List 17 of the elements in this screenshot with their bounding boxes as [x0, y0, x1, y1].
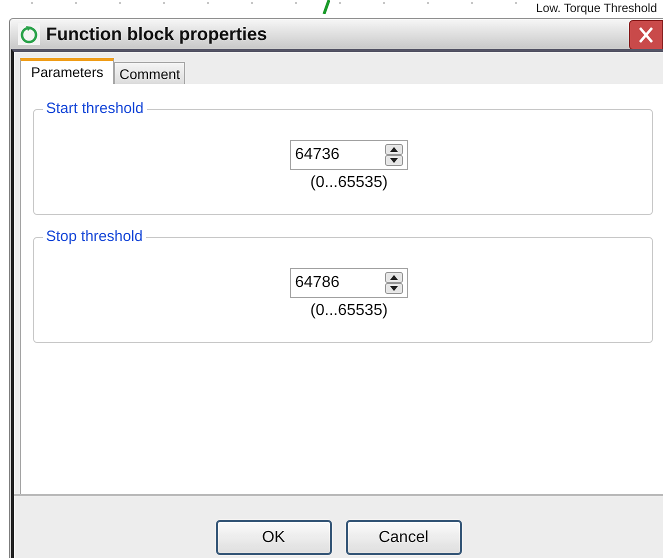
window-title: Function block properties	[46, 24, 268, 44]
connector-line	[322, 0, 330, 14]
close-icon[interactable]	[636, 25, 656, 45]
dialog-button[interactable]: OK	[216, 520, 332, 555]
cycle-icon	[18, 23, 40, 45]
diagram-label: Low. Torque Threshold	[536, 1, 657, 16]
range-label: (0...65535)	[310, 302, 388, 320]
close-button[interactable]	[629, 20, 663, 50]
group-title: Stop threshold	[43, 228, 146, 245]
spin-field[interactable]: 64786	[290, 268, 408, 298]
spin-arrows-icon[interactable]	[385, 144, 403, 166]
tab[interactable]: Comment	[114, 62, 186, 84]
spin-arrows-icon[interactable]	[385, 272, 403, 294]
dialog-button[interactable]: Cancel	[346, 520, 462, 555]
spin-field[interactable]: 64736	[290, 140, 408, 170]
tab[interactable]: Parameters	[20, 58, 114, 84]
range-label: (0...65535)	[310, 174, 388, 192]
